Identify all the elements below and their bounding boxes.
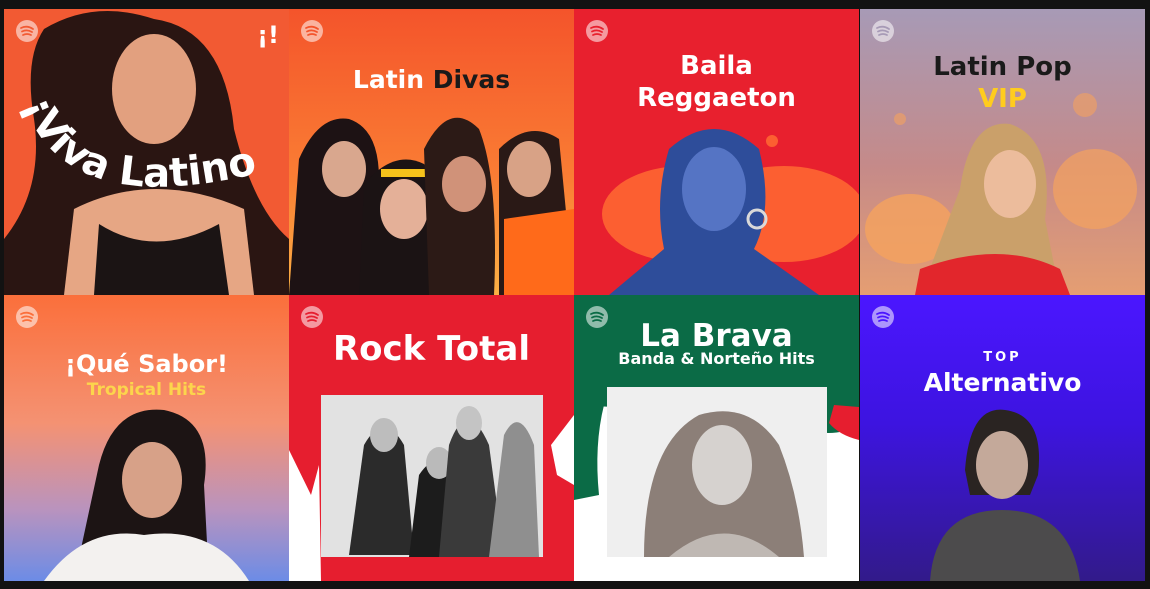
title-line-1: Baila — [680, 51, 753, 81]
title-line-1: TOP — [983, 350, 1022, 365]
title-line-1: Latin Pop — [933, 52, 1072, 82]
title-line-2: Tropical Hits — [86, 380, 207, 400]
playlist-card-latin-pop-vip[interactable]: Latin Pop VIP — [860, 9, 1145, 295]
playlist-title: Baila Reggaeton — [574, 50, 859, 114]
playlist-card-baila-reggaeton[interactable]: Baila Reggaeton — [574, 9, 859, 295]
playlist-card-la-brava[interactable]: La Brava Banda & Norteño Hits — [574, 295, 859, 581]
playlist-title: Latin Divas — [289, 65, 574, 94]
title-line-2: Banda & Norteño Hits — [618, 349, 815, 368]
playlist-title: ¡Viva Latino! — [4, 9, 260, 197]
playlist-card-top-alternativo[interactable]: TOP Alternativo — [860, 295, 1145, 581]
spotify-icon — [301, 20, 323, 42]
cover-photo-artist — [930, 409, 1080, 581]
spotify-icon — [872, 306, 894, 328]
playlist-title: TOP Alternativo — [860, 349, 1145, 399]
playlist-grid: ¡! ¡Viva Latino! Latin Divas — [4, 9, 1146, 581]
playlist-card-rock-total[interactable]: Rock Total — [289, 295, 574, 581]
spotify-icon — [301, 306, 323, 328]
svg-text:¡Viva Latino!: ¡Viva Latino! — [4, 9, 260, 197]
title-line-2: VIP — [978, 84, 1027, 114]
spotify-icon — [16, 306, 38, 328]
title-line-1: ¡Qué Sabor! — [65, 350, 228, 378]
playlist-card-que-sabor[interactable]: ¡Qué Sabor! Tropical Hits — [4, 295, 289, 581]
title-line-1: La Brava — [640, 318, 793, 354]
spotify-icon — [586, 20, 608, 42]
playlist-title-text: ¡Viva Latino! — [4, 9, 260, 197]
playlist-title: Latin Pop VIP — [860, 51, 1145, 115]
title-line-2: Alternativo — [923, 368, 1082, 397]
title-part-latin: Latin — [352, 65, 433, 94]
title-part-divas: Divas — [432, 65, 511, 94]
playlist-card-viva-latino[interactable]: ¡! ¡Viva Latino! — [4, 9, 289, 295]
playlist-card-latin-divas[interactable]: Latin Divas — [289, 9, 574, 295]
title-line-2: Reggaeton — [637, 83, 796, 113]
playlist-title: Rock Total — [332, 329, 531, 369]
cover-photo-group — [289, 117, 574, 295]
playlist-title: La Brava Banda & Norteño Hits — [574, 321, 859, 367]
playlist-title: ¡Qué Sabor! Tropical Hits — [4, 351, 289, 403]
cover-photo-singer — [44, 409, 249, 581]
spotify-icon — [872, 20, 894, 42]
